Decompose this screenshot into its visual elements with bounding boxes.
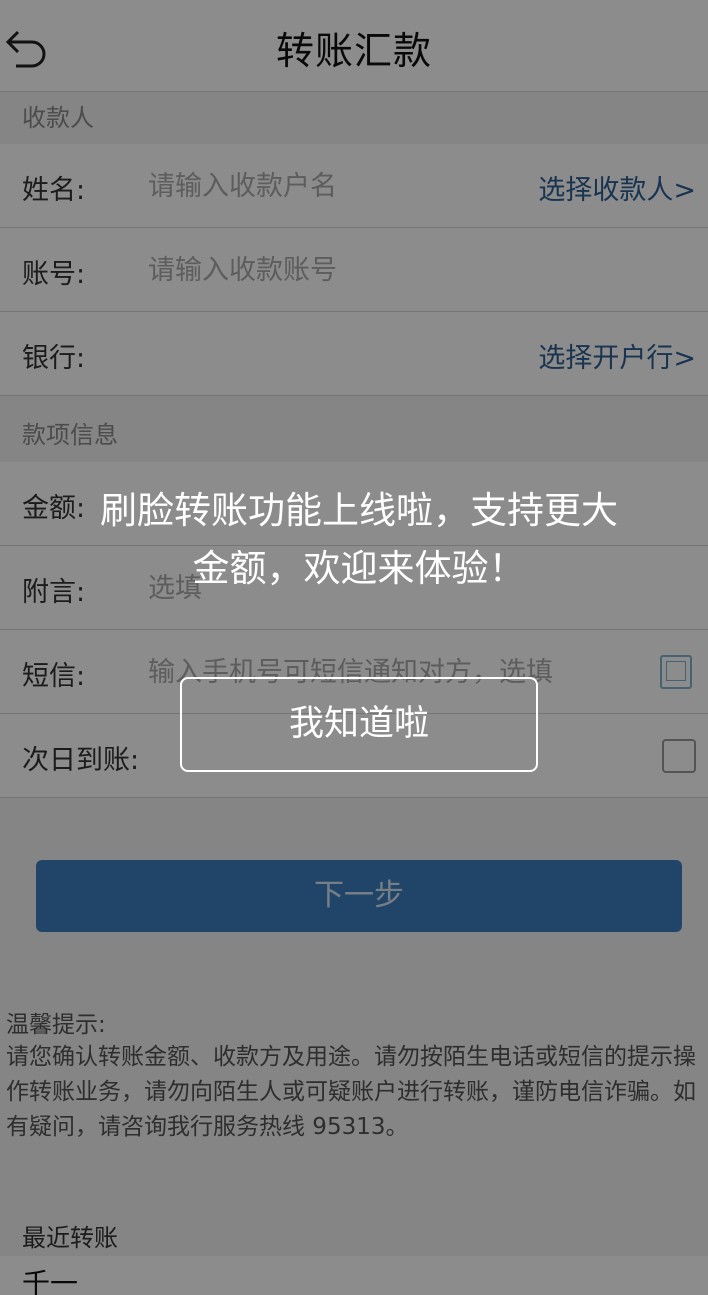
announcement-message: 刷脸转账功能上线啦，支持更大 金额，欢迎来体验！	[60, 482, 658, 598]
modal-overlay: 刷脸转账功能上线啦，支持更大 金额，欢迎来体验！ 我知道啦	[0, 0, 708, 1295]
announcement-line-2: 金额，欢迎来体验！	[192, 547, 526, 590]
got-it-button[interactable]: 我知道啦	[180, 677, 538, 772]
announcement-line-1: 刷脸转账功能上线啦，支持更大	[100, 489, 618, 532]
